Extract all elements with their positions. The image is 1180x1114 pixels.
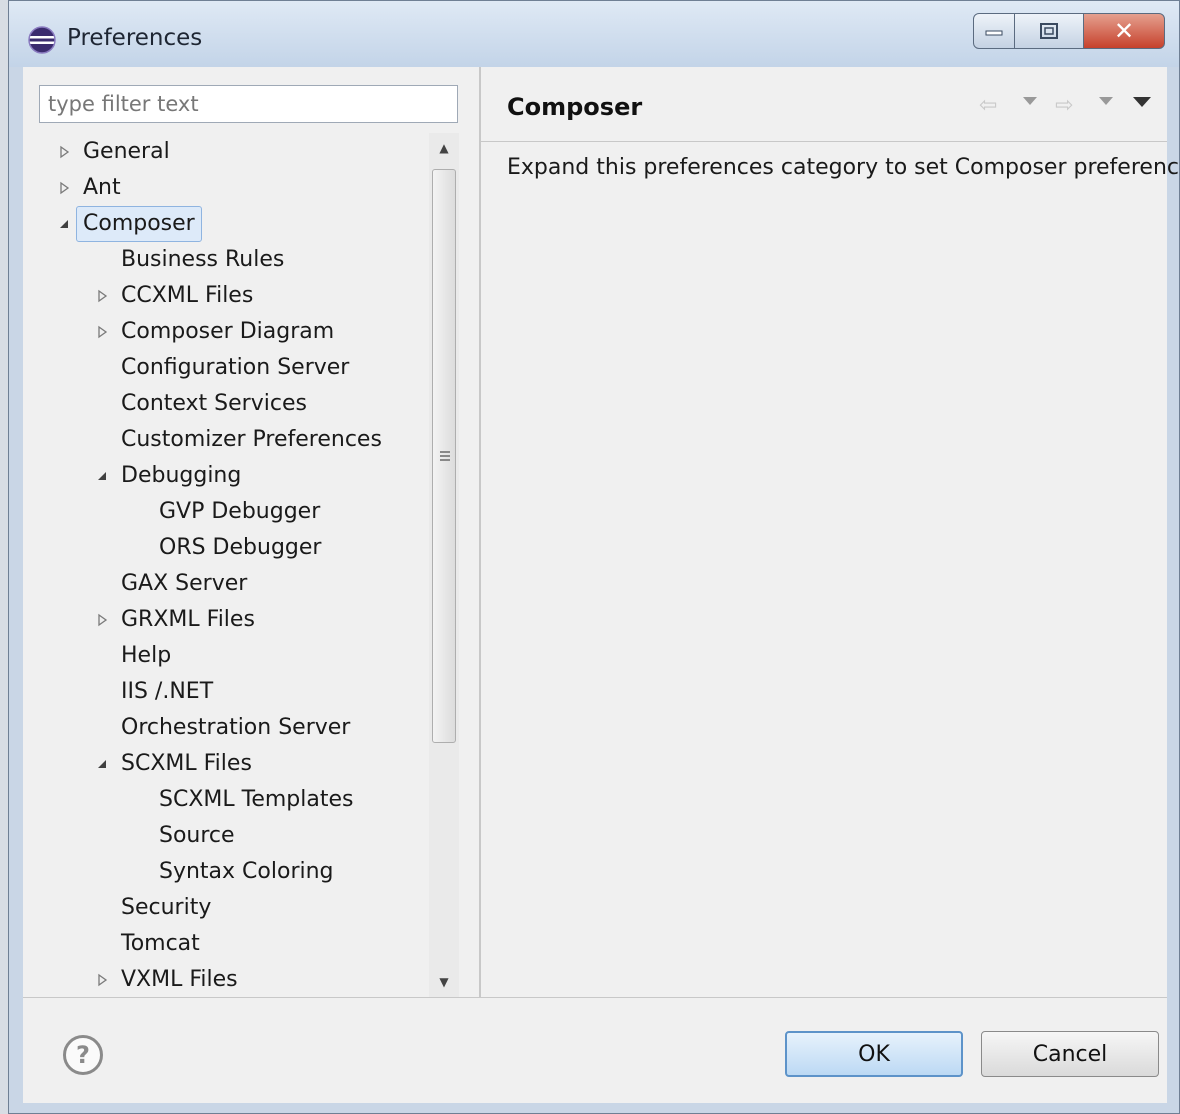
back-arrow-icon[interactable]: ⇦	[979, 93, 997, 118]
tree-item[interactable]: Composer	[23, 206, 423, 242]
tree-item-label: Debugging	[121, 463, 242, 488]
maximize-icon	[1040, 23, 1058, 39]
cancel-button[interactable]: Cancel	[981, 1031, 1159, 1077]
tree-item[interactable]: Context Services	[23, 387, 423, 421]
tree-item[interactable]: Orchestration Server	[23, 711, 423, 745]
tree-scrollbar[interactable]: ▲ ▼	[429, 133, 459, 997]
filter-input[interactable]	[39, 85, 458, 123]
tree-item[interactable]: Ant	[23, 171, 423, 205]
tree-item[interactable]: CCXML Files	[23, 279, 423, 313]
tree-item-label: Orchestration Server	[121, 715, 351, 740]
dialog-body: General Ant Composer Business Rules CCXML Fi…	[23, 67, 1180, 1103]
preferences-tree: General Ant Composer Business Rules CCXML Fi…	[23, 133, 429, 997]
button-bar-separator	[23, 997, 1167, 998]
minimize-button[interactable]	[973, 13, 1015, 49]
eclipse-icon	[28, 26, 56, 54]
tree-item[interactable]: Customizer Preferences	[23, 423, 423, 457]
tree-item-label: Customizer Preferences	[121, 427, 382, 452]
tree-item-label: Context Services	[121, 391, 307, 416]
grip-icon	[440, 451, 450, 461]
expand-arrow-icon[interactable]	[95, 613, 109, 627]
tree-item-label: Source	[159, 823, 235, 848]
collapse-arrow-icon[interactable]	[57, 217, 71, 231]
expand-arrow-icon[interactable]	[95, 289, 109, 303]
page-header: Composer ⇦ ⇨	[481, 67, 1167, 142]
tree-item[interactable]: Debugging	[23, 459, 423, 493]
tree-item-label: Business Rules	[121, 247, 285, 272]
tree-item-label: VXML Files	[121, 967, 238, 992]
maximize-button[interactable]	[1014, 13, 1084, 49]
tree-item-label: GRXML Files	[121, 607, 255, 632]
expand-arrow-icon[interactable]	[57, 181, 71, 195]
tree-item-label: Configuration Server	[121, 355, 350, 380]
close-button[interactable]: ✕	[1083, 13, 1165, 49]
tree-item-label: SCXML Templates	[159, 787, 354, 812]
tree-item[interactable]: SCXML Files	[23, 747, 423, 781]
tree-item[interactable]: GRXML Files	[23, 603, 423, 637]
page-title: Composer	[507, 93, 643, 121]
tree-item-label: Security	[121, 895, 212, 920]
tree-item[interactable]: Security	[23, 891, 423, 925]
tree-item[interactable]: Source	[23, 819, 423, 853]
tree-item-label: ORS Debugger	[159, 535, 322, 560]
tree-item[interactable]: Configuration Server	[23, 351, 423, 385]
collapse-arrow-icon[interactable]	[95, 757, 109, 771]
tree-item[interactable]: Syntax Coloring	[23, 855, 423, 889]
tree-item[interactable]: Tomcat	[23, 927, 423, 961]
tree-item-label: Ant	[83, 175, 121, 200]
tree-item[interactable]: General	[23, 135, 423, 169]
tree-item[interactable]: Composer Diagram	[23, 315, 423, 349]
title-bar[interactable]: Preferences ✕	[9, 1, 1179, 67]
tree-item[interactable]: Help	[23, 639, 423, 673]
expand-arrow-icon[interactable]	[95, 973, 109, 987]
tree-item[interactable]: GVP Debugger	[23, 495, 423, 529]
forward-arrow-icon[interactable]: ⇨	[1055, 93, 1073, 118]
tree-item-label: GVP Debugger	[159, 499, 321, 524]
ok-button[interactable]: OK	[785, 1031, 963, 1077]
tree-item-label: SCXML Files	[121, 751, 252, 776]
tree-item-label: Composer	[76, 206, 202, 242]
preference-page: Composer ⇦ ⇨ Expand this preferences cat…	[481, 67, 1180, 997]
tree-item-label: Tomcat	[121, 931, 200, 956]
navigation-pane: General Ant Composer Business Rules CCXML Fi…	[23, 67, 479, 997]
tree-item-label: Composer Diagram	[121, 319, 335, 344]
scroll-up-arrow-icon[interactable]: ▲	[429, 133, 459, 163]
tree-item-label: Help	[121, 643, 172, 668]
tree-item[interactable]: SCXML Templates	[23, 783, 423, 817]
help-icon[interactable]: ?	[63, 1035, 103, 1075]
tree-item[interactable]: VXML Files	[23, 963, 423, 997]
expand-arrow-icon[interactable]	[95, 325, 109, 339]
scroll-down-arrow-icon[interactable]: ▼	[429, 967, 459, 997]
minimize-icon	[985, 30, 1003, 36]
page-description: Expand this preferences category to set …	[507, 155, 1180, 180]
collapse-arrow-icon[interactable]	[95, 469, 109, 483]
preferences-window: Preferences ✕ General Ant Composer Business…	[8, 0, 1180, 1114]
tree-item-label: CCXML Files	[121, 283, 254, 308]
forward-history-dropdown-icon[interactable]	[1099, 97, 1113, 105]
tree-item[interactable]: IIS /.NET	[23, 675, 423, 709]
view-menu-icon[interactable]	[1133, 97, 1151, 107]
window-title: Preferences	[67, 25, 203, 51]
close-icon: ✕	[1113, 17, 1135, 45]
scroll-thumb[interactable]	[432, 169, 456, 743]
tree-item-label: General	[83, 139, 170, 164]
tree-item[interactable]: ORS Debugger	[23, 531, 423, 565]
tree-item-label: IIS /.NET	[121, 679, 214, 704]
tree-item-label: Syntax Coloring	[159, 859, 334, 884]
tree-item[interactable]: Business Rules	[23, 243, 423, 277]
tree-item[interactable]: GAX Server	[23, 567, 423, 601]
tree-item-label: GAX Server	[121, 571, 248, 596]
expand-arrow-icon[interactable]	[57, 145, 71, 159]
back-history-dropdown-icon[interactable]	[1023, 97, 1037, 105]
